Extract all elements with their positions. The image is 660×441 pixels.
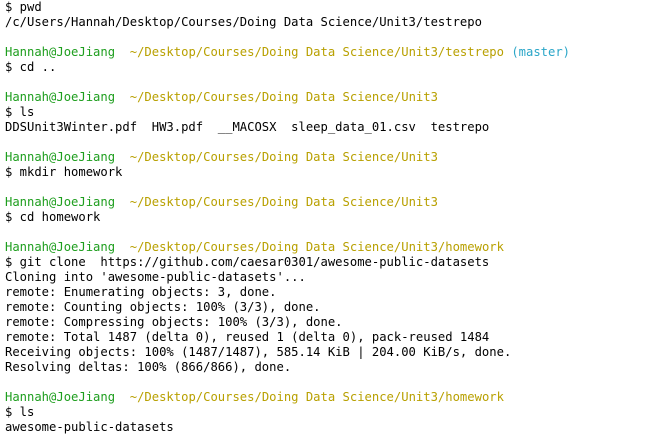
command-line: $ mkdir homework (5, 165, 123, 179)
prompt-path: ~/Desktop/Courses/Doing Data Science/Uni… (129, 45, 504, 59)
prompt-user: Hannah@JoeJiang (5, 195, 116, 209)
prompt-user: Hannah@JoeJiang (5, 45, 116, 59)
command-line: $ ls (5, 105, 35, 119)
prompt-user: Hannah@JoeJiang (5, 390, 116, 404)
command-line: $ ls (5, 405, 35, 419)
output-line: Receiving objects: 100% (1487/1487), 585… (5, 345, 512, 359)
output-line: DDSUnit3Winter.pdf HW3.pdf __MACOSX slee… (5, 120, 490, 134)
output-line: remote: Enumerating objects: 3, done. (5, 285, 277, 299)
prompt-path: ~/Desktop/Courses/Doing Data Science/Uni… (129, 240, 504, 254)
output-line: remote: Compressing objects: 100% (3/3),… (5, 315, 343, 329)
prompt-path: ~/Desktop/Courses/Doing Data Science/Uni… (129, 150, 438, 164)
prompt-user: Hannah@JoeJiang (5, 150, 116, 164)
prompt-line: Hannah@JoeJiang ~/Desktop/Courses/Doing … (5, 45, 655, 60)
prompt-line: Hannah@JoeJiang ~/Desktop/Courses/Doing … (5, 390, 655, 405)
output-line: /c/Users/Hannah/Desktop/Courses/Doing Da… (5, 15, 482, 29)
terminal-output[interactable]: $ pwd /c/Users/Hannah/Desktop/Courses/Do… (5, 0, 655, 441)
command-line: $ cd .. (5, 60, 57, 74)
output-line: Cloning into 'awesome-public-datasets'..… (5, 270, 306, 284)
command-line: $ pwd (5, 0, 42, 14)
output-line: remote: Total 1487 (delta 0), reused 1 (… (5, 330, 490, 344)
git-branch: (master) (511, 45, 571, 59)
prompt-path: ~/Desktop/Courses/Doing Data Science/Uni… (129, 390, 504, 404)
command-line: $ git clone https://github.com/caesar030… (5, 255, 490, 269)
prompt-path: ~/Desktop/Courses/Doing Data Science/Uni… (129, 195, 438, 209)
prompt-line: Hannah@JoeJiang ~/Desktop/Courses/Doing … (5, 195, 655, 210)
prompt-path: ~/Desktop/Courses/Doing Data Science/Uni… (129, 90, 438, 104)
prompt-user: Hannah@JoeJiang (5, 240, 116, 254)
prompt-line: Hannah@JoeJiang ~/Desktop/Courses/Doing … (5, 240, 655, 255)
prompt-user: Hannah@JoeJiang (5, 90, 116, 104)
output-line: awesome-public-datasets (5, 420, 174, 434)
prompt-line: Hannah@JoeJiang ~/Desktop/Courses/Doing … (5, 90, 655, 105)
output-line: remote: Counting objects: 100% (3/3), do… (5, 300, 321, 314)
command-line: $ cd homework (5, 210, 101, 224)
prompt-line: Hannah@JoeJiang ~/Desktop/Courses/Doing … (5, 150, 655, 165)
output-line: Resolving deltas: 100% (866/866), done. (5, 360, 292, 374)
